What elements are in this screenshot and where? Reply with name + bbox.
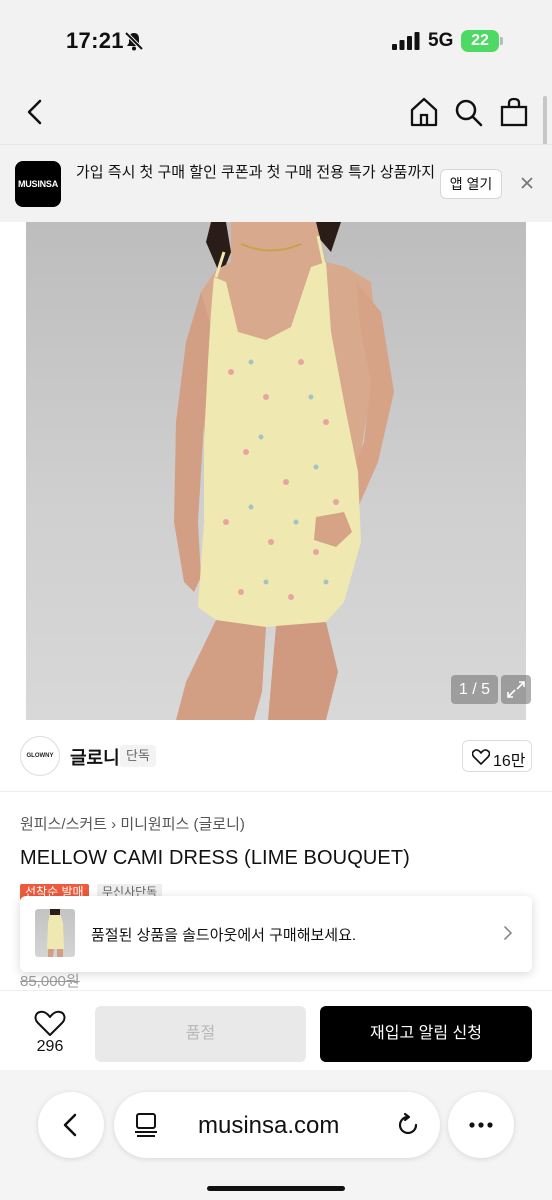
exclusive-badge: 단독 xyxy=(120,745,156,767)
browser-menu-button[interactable] xyxy=(448,1092,514,1158)
soldout-promo-text: 품절된 상품을 솔드아웃에서 구매해보세요. xyxy=(91,927,357,944)
product-like-count: 296 xyxy=(36,1038,64,1055)
browser-toolbar: musinsa.com xyxy=(0,1070,552,1200)
home-indicator xyxy=(207,1186,345,1191)
product-image-gallery[interactable] xyxy=(26,222,526,720)
musinsa-logo: MUSINSA xyxy=(15,161,61,207)
home-icon[interactable] xyxy=(408,96,440,128)
chevron-right-icon xyxy=(504,926,513,940)
soldout-thumbnail xyxy=(35,909,75,957)
banner-message: 가입 즉시 첫 구매 할인 쿠폰과 첫 구매 전용 특가 상품까지 xyxy=(76,164,436,181)
back-icon xyxy=(63,1113,77,1137)
purchase-action-bar: 296 품절 재입고 알림 신청 xyxy=(0,990,552,1070)
soldout-button[interactable]: 품절 xyxy=(95,1006,306,1062)
breadcrumb-subcategory[interactable]: 미니원피스 (글로니) xyxy=(120,816,245,833)
close-icon[interactable] xyxy=(518,174,536,192)
battery-nub xyxy=(500,37,503,45)
address-bar[interactable]: musinsa.com xyxy=(114,1092,440,1158)
soldout-promo-card[interactable]: 품절된 상품을 솔드아웃에서 구매해보세요. xyxy=(20,896,532,972)
product-photo xyxy=(174,222,394,720)
heart-icon[interactable] xyxy=(34,1009,66,1037)
expand-icon[interactable] xyxy=(501,675,531,704)
network-label: 5G xyxy=(428,30,454,51)
browser-back-button[interactable] xyxy=(38,1092,104,1158)
nav-bar xyxy=(0,80,552,144)
brand-logo[interactable]: GLOWNY xyxy=(20,736,60,776)
signal-icon xyxy=(392,32,420,50)
brand-like-button[interactable]: 16만 xyxy=(462,740,532,772)
photo-counter: 1 / 5 xyxy=(451,675,498,704)
reload-icon[interactable] xyxy=(394,1111,422,1139)
shopping-bag-icon[interactable] xyxy=(498,96,530,128)
bell-muted-icon xyxy=(124,31,144,51)
status-time: 17:21 xyxy=(66,28,124,53)
status-bar: 17:21 5G 22 xyxy=(0,0,552,80)
brand-name[interactable]: 글로니 xyxy=(70,744,120,770)
back-icon[interactable] xyxy=(20,96,52,128)
heart-icon xyxy=(472,749,490,765)
brand-row[interactable]: GLOWNY 글로니 단독 16만 xyxy=(0,720,552,792)
reader-icon[interactable] xyxy=(132,1111,160,1139)
battery-icon: 22 xyxy=(461,30,499,52)
brand-like-count: 16만 xyxy=(493,753,526,770)
original-price: 85,000원 xyxy=(20,973,80,990)
open-app-button[interactable]: 앱 열기 xyxy=(440,169,502,199)
breadcrumb-category[interactable]: 원피스/스커트 xyxy=(20,816,107,833)
breadcrumb-separator-icon: › xyxy=(111,816,121,833)
more-icon xyxy=(469,1122,493,1128)
search-icon[interactable] xyxy=(452,96,484,128)
restock-alert-button[interactable]: 재입고 알림 신청 xyxy=(320,1006,532,1062)
product-title: MELLOW CAMI DRESS (LIME BOUQUET) xyxy=(20,847,410,869)
url-text: musinsa.com xyxy=(198,1112,340,1139)
app-install-banner: MUSINSA 가입 즉시 첫 구매 할인 쿠폰과 첫 구매 전용 특가 상품까… xyxy=(0,144,552,222)
breadcrumb: 원피스/스커트 › 미니원피스 (글로니) xyxy=(20,813,245,834)
